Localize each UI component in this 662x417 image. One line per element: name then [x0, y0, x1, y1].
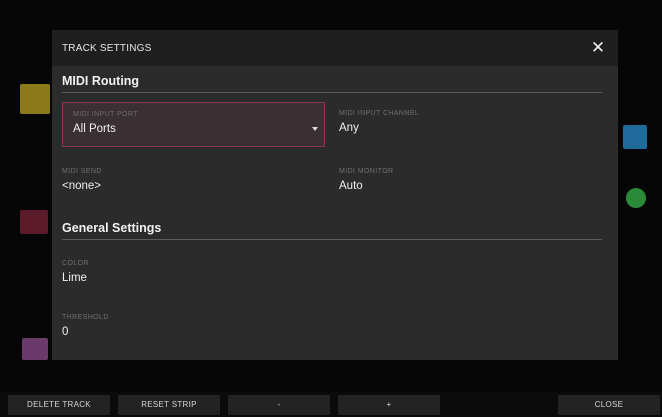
threshold-field[interactable]: THRESHOLD 0 [62, 314, 592, 350]
bottom-toolbar: DELETE TRACK RESET STRIP - + CLOSE [0, 392, 662, 417]
track-settings-dialog: TRACK SETTINGS ✕ MIDI Routing MIDI INPUT… [52, 30, 618, 360]
midi-monitor-field[interactable]: MIDI MONITOR Auto [339, 168, 589, 204]
midi-send-field[interactable]: MIDI SEND <none> [62, 168, 322, 204]
field-label-midi-input-channel: MIDI INPUT CHANNEL [339, 110, 420, 117]
background-track-strip [20, 84, 50, 114]
field-label-midi-input-port: MIDI INPUT PORT [73, 111, 138, 118]
plus-button[interactable]: + [338, 395, 440, 415]
chevron-down-icon [312, 127, 318, 131]
field-value-midi-send: <none> [62, 180, 102, 192]
close-icon[interactable]: ✕ [588, 38, 608, 58]
background-track-strip [22, 338, 48, 360]
midi-input-port-dropdown[interactable]: MIDI INPUT PORT All Ports [62, 102, 325, 147]
field-value-midi-input-port: All Ports [73, 123, 116, 135]
section-divider [62, 239, 602, 240]
field-value-color: Lime [62, 272, 87, 284]
reset-strip-button[interactable]: RESET STRIP [118, 395, 220, 415]
minus-button[interactable]: - [228, 395, 330, 415]
dialog-title: TRACK SETTINGS [62, 43, 152, 54]
section-title-general-settings: General Settings [62, 221, 162, 235]
background-meter [623, 125, 647, 149]
section-divider [62, 92, 602, 93]
midi-input-channel-field[interactable]: MIDI INPUT CHANNEL Any [339, 110, 589, 146]
field-value-midi-monitor: Auto [339, 180, 363, 192]
section-title-midi-routing: MIDI Routing [62, 74, 140, 88]
field-label-midi-send: MIDI SEND [62, 168, 102, 175]
delete-track-button[interactable]: DELETE TRACK [8, 395, 110, 415]
field-value-threshold: 0 [62, 326, 69, 338]
color-field[interactable]: COLOR Lime [62, 260, 592, 296]
field-label-color: COLOR [62, 260, 89, 267]
field-label-midi-monitor: MIDI MONITOR [339, 168, 394, 175]
close-button[interactable]: CLOSE [558, 395, 660, 415]
background-knob [626, 188, 646, 208]
field-value-midi-input-channel: Any [339, 122, 359, 134]
dialog-header: TRACK SETTINGS ✕ [52, 30, 618, 66]
field-label-threshold: THRESHOLD [62, 314, 109, 321]
background-track-strip [20, 210, 48, 234]
